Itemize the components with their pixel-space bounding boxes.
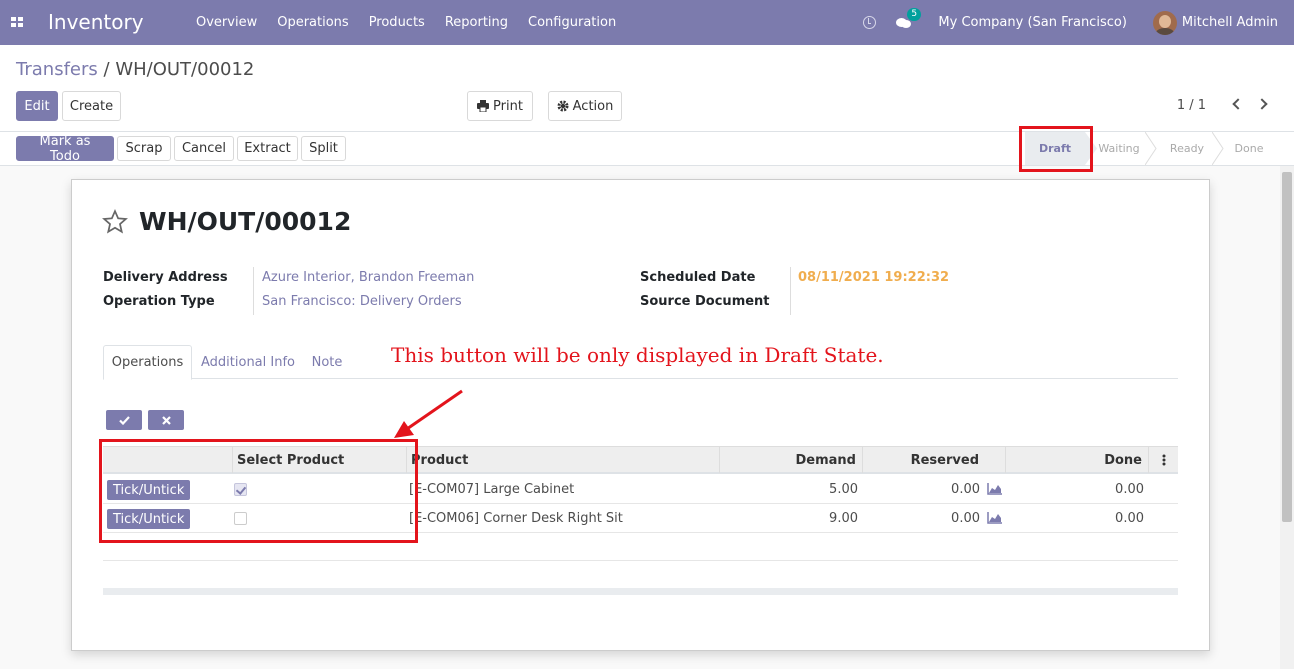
chat-badge: 5 (907, 8, 922, 21)
done-cell[interactable]: 0.00 (1005, 475, 1144, 504)
avatar[interactable] (1152, 10, 1177, 35)
scheduled-date-label: Scheduled Date (640, 270, 756, 285)
scrollbar[interactable] (1280, 166, 1294, 669)
user-menu[interactable]: Mitchell Admin (1182, 15, 1278, 30)
tab-note[interactable]: Note (304, 345, 350, 379)
status-bar: Mark as Todo Scrap Cancel Extract Split … (0, 132, 1294, 166)
forecast-chart-icon[interactable] (987, 512, 1003, 524)
action-button[interactable]: Action (548, 91, 622, 121)
menu-configuration[interactable]: Configuration (518, 15, 626, 30)
reserved-cell: 0.00 (951, 482, 980, 497)
navbar-right: 5 My Company (San Francisco) Mitchell Ad… (863, 0, 1278, 45)
kebab-menu-icon[interactable] (1148, 447, 1178, 473)
check-icon (118, 415, 130, 425)
clock-icon[interactable] (863, 16, 877, 29)
form-sheet: WH/OUT/00012 Delivery Address Azure Inte… (71, 179, 1210, 651)
top-navbar: Inventory Overview Operations Products R… (0, 0, 1294, 45)
print-button[interactable]: Print (467, 91, 533, 121)
forecast-chart-icon[interactable] (987, 483, 1003, 495)
done-cell[interactable]: 0.00 (1005, 504, 1144, 533)
stage-waiting[interactable]: Waiting (1095, 132, 1143, 165)
main-menu: Overview Operations Products Reporting C… (186, 0, 626, 45)
control-panel: Transfers / WH/OUT/00012 Edit Create Pri… (0, 45, 1294, 132)
cancel-button[interactable]: Cancel (174, 136, 234, 161)
tab-additional-info[interactable]: Additional Info (198, 345, 298, 379)
reserved-cell: 0.00 (951, 511, 980, 526)
menu-overview[interactable]: Overview (186, 15, 267, 30)
extract-button[interactable]: Extract (237, 136, 298, 161)
draft-highlight-box (1019, 126, 1093, 172)
header-demand[interactable]: Demand (719, 447, 862, 473)
source-document-label: Source Document (640, 294, 770, 309)
deselect-all-button[interactable] (148, 410, 184, 430)
delivery-address-label: Delivery Address (103, 270, 228, 285)
demand-cell[interactable]: 9.00 (719, 504, 858, 533)
menu-reporting[interactable]: Reporting (435, 15, 518, 30)
operation-type-value[interactable]: San Francisco: Delivery Orders (262, 294, 462, 309)
demand-cell[interactable]: 5.00 (719, 475, 858, 504)
create-button[interactable]: Create (62, 91, 121, 121)
close-icon (161, 415, 171, 425)
annotation-arrow-icon (394, 389, 463, 438)
select-all-button[interactable] (106, 410, 142, 430)
field-divider (253, 267, 254, 315)
breadcrumb: Transfers / WH/OUT/00012 (16, 59, 254, 80)
stage-done[interactable]: Done (1226, 132, 1272, 165)
split-button[interactable]: Split (301, 136, 346, 161)
apps-icon[interactable] (11, 17, 23, 28)
scrollbar-thumb[interactable] (1282, 172, 1292, 522)
stage-separator (1212, 132, 1224, 165)
field-divider (790, 267, 791, 315)
product-cell[interactable]: [E-COM06] Corner Desk Right Sit (409, 504, 623, 533)
menu-operations[interactable]: Operations (267, 15, 358, 30)
scheduled-date-value[interactable]: 08/11/2021 19:22:32 (798, 270, 949, 285)
stage-separator (1145, 132, 1157, 165)
breadcrumb-current: WH/OUT/00012 (115, 59, 255, 80)
star-icon[interactable] (102, 209, 128, 235)
delivery-address-value[interactable]: Azure Interior, Brandon Freeman (262, 270, 474, 285)
action-label: Action (572, 98, 614, 114)
product-cell[interactable]: [E-COM07] Large Cabinet (409, 475, 574, 504)
app-name[interactable]: Inventory (48, 10, 144, 34)
edit-button[interactable]: Edit (16, 91, 58, 121)
annotation-text: This button will be only displayed in Dr… (391, 343, 884, 367)
print-icon (477, 100, 490, 112)
table-highlight-box (99, 439, 418, 543)
scrap-button[interactable]: Scrap (117, 136, 171, 161)
chat-icon[interactable]: 5 (896, 8, 922, 29)
operation-type-label: Operation Type (103, 294, 215, 309)
header-product[interactable]: Product (406, 447, 719, 473)
company-switcher[interactable]: My Company (San Francisco) (938, 15, 1126, 30)
header-done[interactable]: Done (1005, 447, 1148, 473)
table-footer (103, 588, 1178, 595)
menu-products[interactable]: Products (359, 15, 435, 30)
mark-as-todo-button[interactable]: Mark as Todo (16, 134, 114, 164)
print-label: Print (493, 98, 523, 114)
header-reserved[interactable]: Reserved (862, 447, 1005, 473)
chevron-right-icon[interactable] (1256, 98, 1268, 110)
gear-icon (557, 100, 569, 112)
pager-value[interactable]: 1 / 1 (1177, 98, 1206, 113)
stage-ready[interactable]: Ready (1160, 132, 1214, 165)
chevron-left-icon[interactable] (1232, 98, 1244, 110)
breadcrumb-separator: / (103, 59, 110, 80)
breadcrumb-transfers[interactable]: Transfers (16, 59, 98, 80)
tab-operations[interactable]: Operations (103, 345, 192, 380)
record-title: WH/OUT/00012 (139, 207, 352, 236)
